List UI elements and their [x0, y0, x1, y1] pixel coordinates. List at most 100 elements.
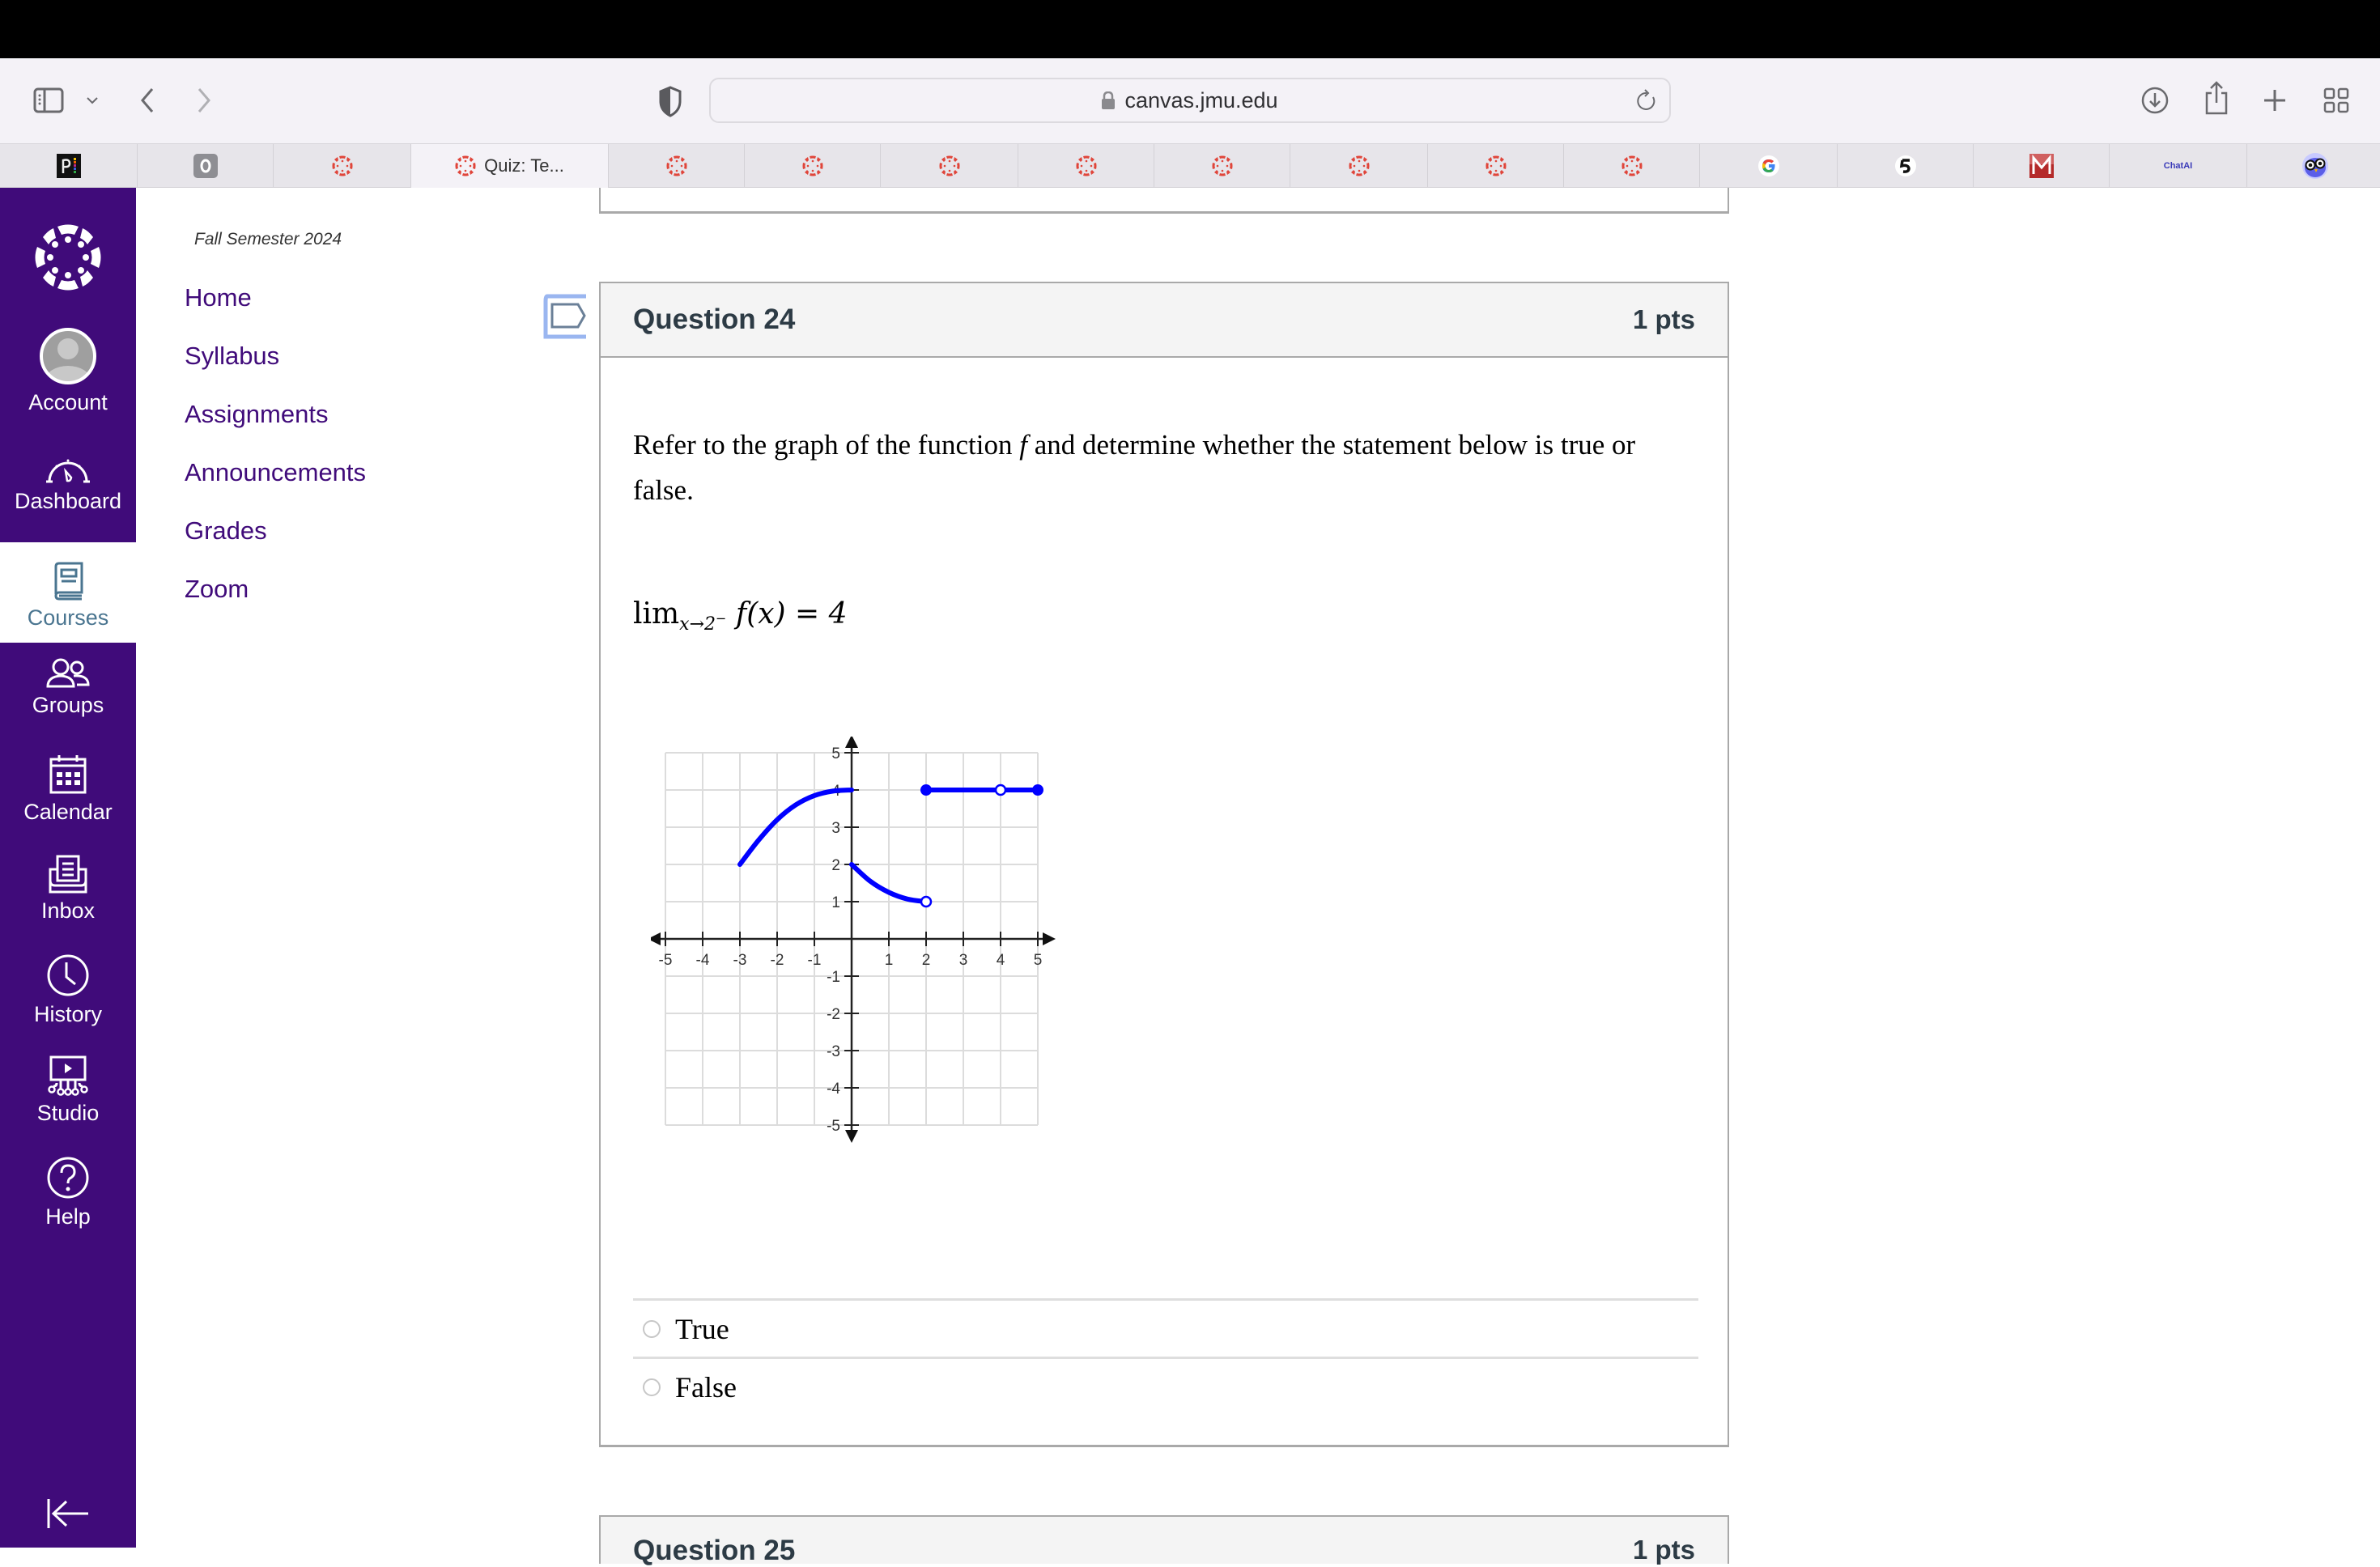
lim-subscript: x→2 — [679, 614, 716, 635]
nav-groups[interactable]: Groups — [0, 657, 136, 738]
google-icon — [1757, 155, 1779, 176]
course-nav-zoom[interactable]: Zoom — [185, 575, 249, 604]
question-text: Refer to the graph of the function f and… — [633, 423, 1702, 513]
sidebar-icon[interactable] — [32, 86, 65, 115]
global-nav: Account Dashboard Courses Groups Calenda… — [0, 188, 136, 1548]
browser-tab[interactable] — [138, 144, 274, 188]
y-tick-label: 1 — [831, 894, 840, 911]
forward-icon[interactable] — [189, 81, 219, 120]
nav-inbox-label: Inbox — [40, 898, 96, 923]
course-nav-assignments[interactable]: Assignments — [185, 400, 328, 429]
browser-tab[interactable] — [745, 144, 881, 188]
x-tick-label: -2 — [771, 952, 784, 969]
radio-true[interactable] — [643, 1319, 661, 1338]
course-nav-grades[interactable]: Grades — [185, 516, 267, 546]
x-tick-label: 4 — [997, 952, 1005, 969]
closed-point — [1032, 784, 1043, 796]
flag-question-icon[interactable] — [542, 293, 589, 340]
browser-tab[interactable] — [1290, 144, 1428, 188]
radio-false[interactable] — [643, 1378, 661, 1396]
nav-history[interactable]: History — [0, 953, 136, 1034]
x-axis-arrow-left — [651, 932, 661, 945]
question-name: Question 24 — [633, 304, 796, 335]
nav-courses[interactable]: Courses — [0, 542, 136, 643]
m-app-icon — [2029, 154, 2054, 178]
nav-calendar-label: Calendar — [23, 800, 113, 824]
avatar-icon — [40, 328, 96, 384]
new-tab-icon[interactable] — [2259, 83, 2291, 118]
privacy-shield-icon[interactable] — [654, 83, 686, 120]
course-nav: Fall Semester 2024 Home Syllabus Assignm… — [136, 188, 525, 1548]
x-tick-label: -4 — [696, 952, 710, 969]
tab-overview-icon[interactable] — [2320, 84, 2352, 117]
o-app-icon — [193, 154, 218, 178]
browser-tab[interactable] — [1974, 144, 2110, 188]
speedometer-icon — [46, 459, 90, 483]
nav-calendar[interactable]: Calendar — [0, 754, 136, 835]
browser-tab[interactable] — [1018, 144, 1154, 188]
browser-tab[interactable] — [274, 144, 411, 188]
canvas-icon — [939, 155, 960, 176]
canvas-icon — [455, 155, 476, 176]
browser-tab[interactable] — [1838, 144, 1974, 188]
canvas-icon — [1076, 155, 1097, 176]
nav-history-label: History — [33, 1002, 102, 1026]
url-text: canvas.jmu.edu — [1124, 87, 1278, 113]
previous-question-box — [599, 188, 1729, 214]
y-axis-arrow-down — [845, 1130, 858, 1143]
browser-tab[interactable] — [1428, 144, 1564, 188]
answer-true[interactable]: True — [633, 1298, 1698, 1357]
function-graph: -5 -4 -3 -2 -1 1 2 3 4 554321-1-2-3-4-5 — [651, 737, 1056, 1143]
y-tick-label: 5 — [831, 745, 840, 762]
groups-icon — [46, 658, 90, 688]
y-tick-label: -3 — [827, 1043, 840, 1060]
lim-text: lim — [633, 597, 680, 631]
chatai-icon: ChatAI — [2164, 161, 2192, 171]
course-nav-announcements[interactable]: Announcements — [185, 458, 366, 487]
nav-studio[interactable]: Studio — [0, 1055, 136, 1136]
browser-tab[interactable] — [609, 144, 745, 188]
back-icon[interactable] — [133, 81, 162, 120]
chevron-down-icon[interactable] — [81, 91, 104, 110]
course-nav-syllabus[interactable]: Syllabus — [185, 342, 279, 371]
browser-tab[interactable] — [0, 144, 138, 188]
download-icon[interactable] — [2139, 83, 2171, 118]
collapse-nav-icon[interactable] — [45, 1497, 91, 1534]
reload-icon[interactable] — [1635, 89, 1658, 117]
canvas-icon — [332, 155, 353, 176]
address-bar[interactable]: canvas.jmu.edu — [709, 78, 1671, 123]
browser-tab[interactable] — [1564, 144, 1700, 188]
nav-inbox[interactable]: Inbox — [0, 855, 136, 936]
canvas-icon — [1485, 155, 1507, 176]
lim-expression: f(x) = 4 — [735, 597, 848, 631]
studio-icon — [48, 1055, 88, 1096]
y-tick-label: -1 — [827, 969, 840, 986]
y-tick-label: -4 — [827, 1081, 840, 1098]
owl-icon — [2301, 153, 2328, 179]
nav-account[interactable]: Account — [0, 327, 136, 418]
function-name: f — [1019, 429, 1027, 461]
x-tick-label: 5 — [1034, 952, 1043, 969]
canvas-icon — [1621, 155, 1643, 176]
question-points: 1 pts — [1632, 304, 1695, 334]
nav-help[interactable]: Help — [0, 1156, 136, 1237]
answer-label: False — [675, 1370, 737, 1404]
browser-tab[interactable] — [881, 144, 1018, 188]
x-tick-label: -5 — [659, 952, 673, 969]
next-question-points: 1 pts — [1632, 1535, 1695, 1565]
answer-false[interactable]: False — [633, 1357, 1698, 1415]
share-icon[interactable] — [2200, 78, 2233, 118]
canvas-icon — [1212, 155, 1233, 176]
screen-top-bar — [0, 0, 2380, 58]
nav-help-label: Help — [45, 1204, 91, 1229]
browser-tab[interactable] — [2247, 144, 2380, 188]
browser-tab[interactable]: Quiz: Te... — [411, 144, 609, 188]
nav-dashboard[interactable]: Dashboard — [0, 457, 136, 537]
inbox-icon — [49, 855, 87, 894]
course-nav-home[interactable]: Home — [185, 283, 252, 312]
canvas-icon — [1349, 155, 1370, 176]
browser-tab[interactable]: ChatAI — [2110, 144, 2247, 188]
canvas-logo-icon[interactable] — [32, 222, 104, 297]
browser-tab[interactable] — [1700, 144, 1838, 188]
browser-tab[interactable] — [1154, 144, 1290, 188]
